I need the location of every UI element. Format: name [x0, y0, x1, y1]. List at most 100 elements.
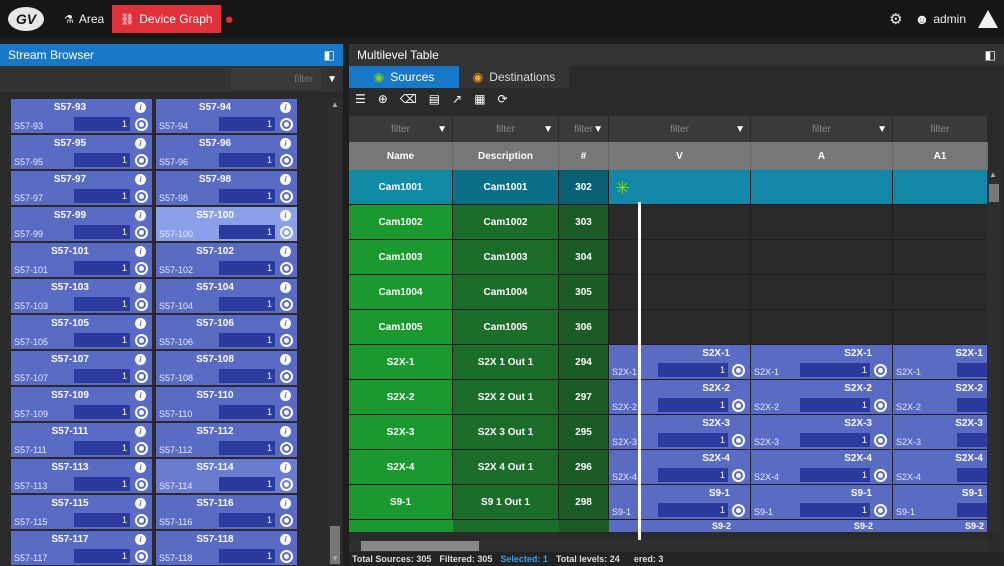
stream-cell[interactable]: S57-113 i S57-113 1 — [10, 458, 153, 494]
lightbulb-icon[interactable]: ● — [225, 11, 234, 28]
table-row[interactable]: Cam1002 Cam1002 303 — [349, 205, 988, 240]
column-filter[interactable]: filter ▼ — [349, 116, 453, 142]
stream-cell[interactable]: S57-110 i S57-110 1 — [155, 386, 298, 422]
stream-cell[interactable]: S57-114 i S57-114 1 — [155, 458, 298, 494]
info-icon[interactable]: i — [280, 426, 291, 437]
target-icon[interactable] — [732, 399, 745, 412]
target-icon[interactable] — [135, 478, 148, 491]
panel-toggle-icon[interactable]: ◧ — [985, 48, 996, 62]
tab-destinations[interactable]: ◉ Destinations — [459, 66, 569, 88]
user-menu[interactable]: ☻ admin — [915, 11, 966, 27]
filter-icon[interactable]: ▼ — [327, 74, 337, 85]
stream-cell[interactable]: S57-95 i S57-95 1 — [10, 134, 153, 170]
row-description[interactable]: Cam1001 — [453, 170, 559, 205]
row-description[interactable]: S2X 1 Out 1 — [453, 345, 559, 380]
row-description[interactable] — [453, 520, 559, 532]
table-row[interactable]: S2X-3 S2X 3 Out 1 295 S2X-3 S2X-3 1 S2X-3 S2X-3… — [349, 415, 988, 450]
column-filter[interactable]: filter ▼ — [559, 116, 609, 142]
level-cell[interactable]: S2X-4 S2X-4 — [893, 450, 988, 485]
level-cell-a[interactable] — [751, 205, 893, 240]
level-cell[interactable]: S9-2 — [893, 520, 988, 532]
stream-cell[interactable]: S57-108 i S57-108 1 — [155, 350, 298, 386]
target-icon[interactable] — [135, 334, 148, 347]
target-icon[interactable] — [280, 442, 293, 455]
table-row[interactable]: Cam1003 Cam1003 304 — [349, 240, 988, 275]
level-cell[interactable]: S9-2 — [751, 520, 893, 532]
row-name[interactable]: Cam1003 — [349, 240, 453, 275]
stream-cell[interactable]: S57-116 i S57-116 1 — [155, 494, 298, 530]
info-icon[interactable]: i — [135, 354, 146, 365]
info-icon[interactable]: i — [280, 498, 291, 509]
row-number[interactable]: 294 — [559, 345, 609, 380]
info-icon[interactable]: i — [280, 534, 291, 545]
info-icon[interactable]: i — [280, 390, 291, 401]
info-icon[interactable]: i — [135, 318, 146, 329]
nav-area[interactable]: ⚗ Area — [56, 5, 112, 33]
table-row[interactable]: Cam1005 Cam1005 306 — [349, 310, 988, 345]
stream-cell[interactable]: S57-94 i S57-94 1 — [155, 98, 298, 134]
stream-cell[interactable]: S57-93 i S57-93 1 — [10, 98, 153, 134]
row-name[interactable]: Cam1005 — [349, 310, 453, 345]
gv-logo[interactable]: GV — [8, 7, 44, 31]
level-cell[interactable]: S9-1 S9-1 1 — [751, 485, 893, 520]
column-header[interactable]: V — [609, 142, 751, 170]
level-cell[interactable]: S2X-2 S2X-2 1 — [609, 380, 751, 415]
target-icon[interactable] — [280, 190, 293, 203]
target-icon[interactable] — [280, 370, 293, 383]
target-icon[interactable] — [135, 118, 148, 131]
filter-icon[interactable]: ▼ — [593, 124, 603, 135]
stack-icon[interactable]: ▤ — [429, 92, 440, 106]
stream-cell[interactable]: S57-111 i S57-111 1 — [10, 422, 153, 458]
row-name[interactable]: Cam1004 — [349, 275, 453, 310]
stream-cell[interactable]: S57-101 i S57-101 1 — [10, 242, 153, 278]
row-description[interactable]: Cam1004 — [453, 275, 559, 310]
level-cell[interactable]: S2X-2 S2X-2 — [893, 380, 988, 415]
target-icon[interactable] — [280, 514, 293, 527]
level-cell-v[interactable] — [609, 275, 751, 310]
row-number[interactable] — [559, 520, 609, 532]
row-number[interactable]: 298 — [559, 485, 609, 520]
tab-sources[interactable]: ◉ Sources — [349, 66, 459, 88]
table-row[interactable]: Cam1004 Cam1004 305 — [349, 275, 988, 310]
table-horizontal-scrollbar[interactable] — [349, 540, 989, 552]
stream-cell[interactable]: S57-115 i S57-115 1 — [10, 494, 153, 530]
stream-cell[interactable]: S57-103 i S57-103 1 — [10, 278, 153, 314]
filter-icon[interactable]: ▼ — [437, 124, 447, 135]
level-cell-v[interactable] — [609, 240, 751, 275]
level-cell[interactable]: S2X-3 S2X-3 1 — [751, 415, 893, 450]
row-description[interactable]: S9 1 Out 1 — [453, 485, 559, 520]
target-icon[interactable] — [280, 154, 293, 167]
target-icon[interactable] — [280, 118, 293, 131]
level-cell-v[interactable] — [609, 205, 751, 240]
row-number[interactable]: 304 — [559, 240, 609, 275]
info-icon[interactable]: i — [135, 498, 146, 509]
row-description[interactable]: S2X 3 Out 1 — [453, 415, 559, 450]
level-cell-a[interactable] — [751, 275, 893, 310]
target-icon[interactable] — [874, 434, 887, 447]
filter-icon[interactable]: ▼ — [877, 124, 887, 135]
row-number[interactable]: 297 — [559, 380, 609, 415]
level-cell-v[interactable]: ✳ — [609, 170, 751, 205]
row-number[interactable]: 305 — [559, 275, 609, 310]
level-cell-a1[interactable] — [893, 170, 988, 205]
level-cell-a[interactable] — [751, 310, 893, 345]
level-cell[interactable]: S9-1 S9-1 — [893, 485, 988, 520]
target-icon[interactable] — [280, 550, 293, 563]
stream-cell[interactable]: S57-107 i S57-107 1 — [10, 350, 153, 386]
info-icon[interactable]: i — [280, 102, 291, 113]
info-icon[interactable]: i — [135, 462, 146, 473]
level-cell[interactable]: S2X-1 S2X-1 1 — [609, 345, 751, 380]
level-cell-a[interactable] — [751, 170, 893, 205]
stream-cell[interactable]: S57-117 i S57-117 1 — [10, 530, 153, 566]
column-filter[interactable]: filter ▼ — [751, 116, 893, 142]
target-icon[interactable] — [280, 406, 293, 419]
info-icon[interactable]: i — [280, 318, 291, 329]
column-header[interactable]: A1 — [893, 142, 988, 170]
stream-browser-filter-input[interactable] — [231, 68, 322, 90]
row-number[interactable]: 306 — [559, 310, 609, 345]
table-row[interactable]: S2X-4 S2X 4 Out 1 296 S2X-4 S2X-4 1 S2X-4 S2X-4… — [349, 450, 988, 485]
target-icon[interactable] — [135, 442, 148, 455]
row-name[interactable]: Cam1002 — [349, 205, 453, 240]
info-icon[interactable]: i — [135, 534, 146, 545]
row-name[interactable]: S2X-1 — [349, 345, 453, 380]
